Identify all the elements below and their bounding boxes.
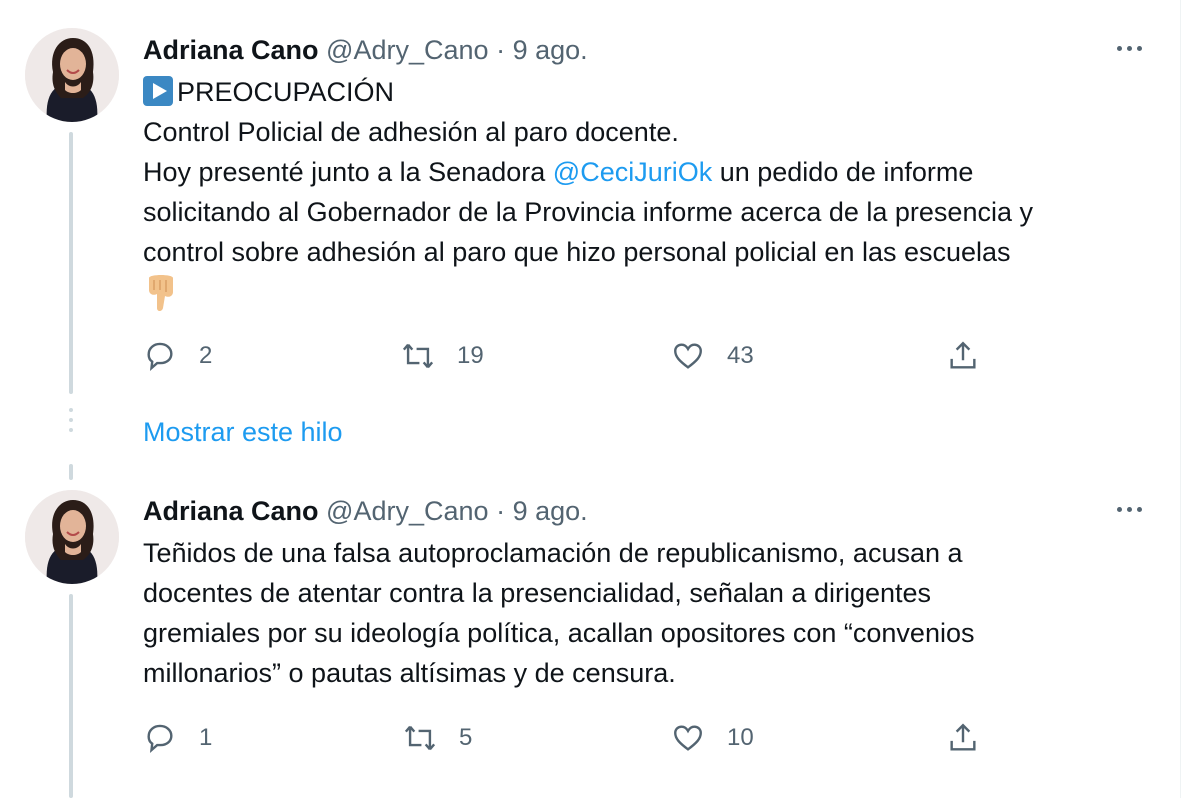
text-line: millonarios” o pautas altísimas y de cen… [143, 658, 676, 688]
reply-button[interactable]: 2 [143, 336, 212, 376]
tweet-text: PREOCUPACIÓN Control Policial de adhesió… [143, 72, 1153, 315]
mention-link[interactable]: @CeciJuriOk [553, 157, 712, 187]
separator: · [496, 496, 506, 526]
tweet-header: Adriana Cano @Adry_Cano · 9 ago. [143, 493, 588, 529]
tweet-date[interactable]: 9 ago. [513, 496, 588, 526]
retweet-button[interactable]: 5 [403, 718, 472, 758]
author-handle[interactable]: @Adry_Cano [326, 496, 489, 526]
share-icon [950, 341, 976, 369]
reply-count: 2 [199, 342, 213, 369]
avatar[interactable] [25, 28, 119, 122]
thread-gap-dots [69, 408, 73, 438]
timeline: Adriana Cano @Adry_Cano · 9 ago. PREOCUP… [0, 0, 1181, 798]
text-line: docentes de atentar contra la presencial… [143, 578, 932, 608]
tweet-date[interactable]: 9 ago. [513, 35, 588, 65]
retweet-count: 5 [459, 724, 473, 751]
retweet-icon [402, 343, 434, 369]
text-line: control sobre adhesión al paro que hizo … [143, 237, 1011, 267]
text-line: gremiales por su ideología política, aca… [143, 618, 975, 648]
tweet-actions: 2 19 43 [143, 336, 1043, 376]
share-icon [950, 723, 976, 751]
play-button-icon [143, 76, 173, 106]
like-count: 10 [727, 724, 754, 751]
tweet-header: Adriana Cano @Adry_Cano · 9 ago. [143, 32, 588, 68]
separator: · [496, 35, 506, 65]
thread-connector [69, 594, 73, 798]
author-name[interactable]: Adriana Cano [143, 35, 319, 65]
author-handle[interactable]: @Adry_Cano [326, 35, 489, 65]
tweet-actions: 1 5 10 [143, 718, 1043, 758]
show-thread-link[interactable]: Mostrar este hilo [143, 414, 343, 450]
retweet-button[interactable]: 19 [401, 336, 484, 376]
reply-count: 1 [199, 724, 213, 751]
heart-icon [674, 343, 702, 369]
tweet-text: Teñidos de una falsa autoproclamación de… [143, 533, 1153, 693]
text-segment: un pedido de informe [712, 157, 974, 187]
text-line: Teñidos de una falsa autoproclamación de… [143, 538, 963, 568]
retweet-count: 19 [457, 342, 484, 369]
text-line: Control Policial de adhesión al paro doc… [143, 117, 679, 147]
reply-icon [147, 724, 173, 753]
author-name[interactable]: Adriana Cano [143, 496, 319, 526]
thread-connector [69, 132, 73, 394]
like-count: 43 [727, 342, 754, 369]
like-button[interactable]: 10 [671, 718, 754, 758]
reply-icon [147, 342, 173, 371]
retweet-icon [404, 725, 436, 751]
headline: PREOCUPACIÓN [177, 77, 395, 107]
reply-button[interactable]: 1 [143, 718, 212, 758]
pointing-down-hand-icon [149, 275, 173, 311]
more-options-icon[interactable] [1106, 33, 1152, 63]
share-button[interactable] [946, 718, 1002, 758]
text-line: solicitando al Gobernador de la Provinci… [143, 197, 1033, 227]
avatar[interactable] [25, 490, 119, 584]
share-button[interactable] [946, 336, 1002, 376]
heart-icon [674, 725, 702, 751]
like-button[interactable]: 43 [671, 336, 754, 376]
text-segment: Hoy presenté junto a la Senadora [143, 157, 553, 187]
more-options-icon[interactable] [1106, 494, 1152, 524]
thread-connector [69, 464, 73, 480]
